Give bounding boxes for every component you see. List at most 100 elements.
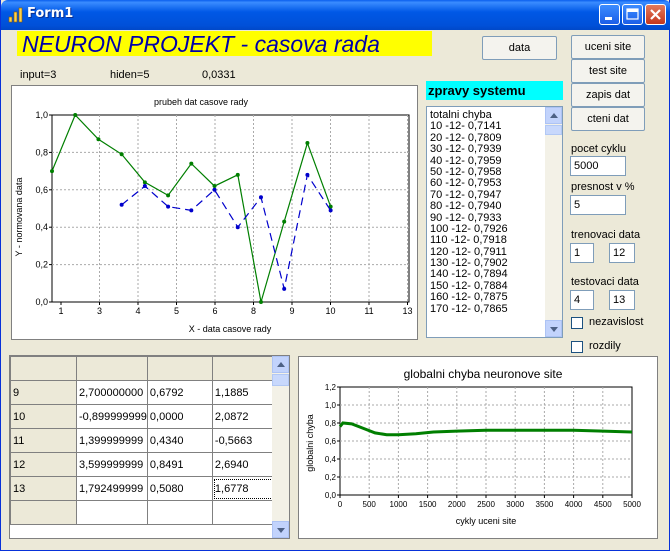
table-cell[interactable]: 2,6940 — [211, 452, 278, 477]
message-item[interactable]: 110 -12- 0,7918 — [430, 234, 545, 246]
table-cell[interactable]: 0,4340 — [146, 428, 213, 453]
cycles-input[interactable]: 5000 — [570, 156, 626, 176]
y-tick-label: 0,2 — [325, 473, 337, 482]
train-from-input[interactable]: 1 — [570, 243, 594, 263]
maximize-icon — [626, 8, 639, 20]
minimize-button[interactable] — [599, 4, 620, 25]
y-tick-label: 0,8 — [325, 419, 337, 428]
window-title: Form1 — [27, 6, 74, 21]
table-cell[interactable]: 1,792499999 — [76, 476, 148, 501]
system-messages-list[interactable]: totalni chyba 10 -12- 0,7141 20 -12- 0,780… — [426, 106, 563, 338]
precision-input[interactable]: 5 — [570, 195, 626, 215]
scroll-thumb[interactable] — [545, 125, 562, 135]
data-point — [119, 152, 124, 157]
test-to-input[interactable]: 13 — [609, 290, 635, 310]
y-tick-label: 0,6 — [325, 437, 337, 446]
message-item[interactable]: 170 -12- 0,7865 — [430, 303, 545, 315]
data-point — [258, 300, 263, 304]
data-point — [142, 180, 147, 185]
x-tick-label: 11 — [364, 306, 373, 316]
grid-scroll-up-button[interactable] — [272, 356, 289, 373]
test-site-button[interactable]: test site — [571, 59, 645, 83]
x-tick-label: 3000 — [506, 500, 524, 509]
y-tick-label: 1,0 — [325, 401, 337, 410]
differences-checkbox[interactable] — [571, 341, 583, 353]
table-cell[interactable]: 1,399999999 — [76, 428, 148, 453]
table-cell[interactable]: -0,899999999 — [76, 404, 148, 429]
title-bar[interactable]: Form1 — [1, 0, 670, 30]
grid-scrollbar[interactable] — [272, 356, 289, 538]
table-cell[interactable]: 1,6778 — [211, 476, 278, 501]
precision-label: presnost v % — [571, 181, 635, 193]
series-line-1 — [121, 173, 332, 290]
data-point — [235, 225, 240, 230]
scroll-up-button[interactable] — [545, 107, 562, 124]
table-cell[interactable]: 0,6792 — [146, 380, 213, 405]
cteni-dat-button[interactable]: cteni dat — [571, 107, 645, 131]
y-tick-label: 0,0 — [325, 491, 337, 500]
data-point — [189, 208, 194, 213]
x-tick-label: 4 — [135, 306, 140, 316]
data-point — [282, 286, 287, 291]
y-tick-label: 1,2 — [325, 383, 337, 392]
cycles-label: pocet cyklu — [571, 143, 627, 155]
maximize-button[interactable] — [622, 4, 643, 25]
data-point — [142, 184, 147, 189]
data-point — [282, 219, 287, 224]
table-cell[interactable]: 2,700000000 — [76, 380, 148, 405]
uceni-site-button[interactable]: uceni site — [571, 35, 645, 59]
x-tick-label: 13 — [402, 306, 412, 316]
table-cell[interactable]: 2,0872 — [211, 404, 278, 429]
grid-scroll-down-button[interactable] — [272, 521, 289, 538]
y-tick-label: 0,6 — [35, 185, 48, 195]
input-label: input=3 — [20, 69, 57, 81]
message-item[interactable]: 160 -12- 0,7875 — [430, 291, 545, 303]
scroll-down-button[interactable] — [545, 320, 562, 337]
y-tick-label: 0,8 — [35, 147, 48, 157]
row-header-cell[interactable]: 12 — [10, 452, 77, 477]
data-grid[interactable]: 9 2,700000000 0,6792 1,1885 10 -0,899999999 0,… — [9, 355, 290, 539]
table-cell[interactable]: 0,0000 — [146, 404, 213, 429]
grid-scroll-thumb[interactable] — [272, 374, 289, 386]
table-cell[interactable]: 1,1885 — [211, 380, 278, 405]
zapis-dat-button[interactable]: zapis dat — [571, 83, 645, 107]
x-tick-label: 5 — [174, 306, 179, 316]
train-label: trenovaci data — [571, 229, 641, 241]
table-cell[interactable]: -0,5663 — [211, 428, 278, 453]
messages-scrollbar[interactable] — [545, 107, 562, 337]
down-arrow-icon — [277, 528, 285, 533]
test-from-input[interactable]: 4 — [570, 290, 594, 310]
row-header-cell[interactable]: 13 — [10, 476, 77, 501]
row-header-cell[interactable]: 9 — [10, 380, 77, 405]
data-point — [258, 195, 263, 200]
row-header-cell[interactable]: 10 — [10, 404, 77, 429]
data-point — [50, 169, 54, 174]
row-header-cell[interactable]: 11 — [10, 428, 77, 453]
data-button[interactable]: data — [482, 36, 557, 60]
table-cell[interactable] — [146, 500, 213, 525]
x-tick-label: 8 — [251, 306, 256, 316]
data-point — [166, 204, 171, 209]
table-cell[interactable] — [76, 500, 148, 525]
table-cell[interactable]: 3,599999999 — [76, 452, 148, 477]
message-item[interactable]: 30 -12- 0,7939 — [430, 143, 545, 155]
message-item[interactable]: 80 -12- 0,7940 — [430, 200, 545, 212]
time-series-chart-panel: prubeh dat casove rady X - data casove r… — [11, 85, 418, 340]
chart1-title: prubeh dat casove rady — [154, 97, 249, 107]
x-tick-label: 0 — [338, 500, 343, 509]
time-series-chart: prubeh dat casove rady X - data casove r… — [14, 97, 413, 334]
x-tick-label: 3500 — [536, 500, 554, 509]
table-row — [10, 500, 278, 525]
banner-text: NEURON PROJEKT - casova rada — [22, 31, 380, 57]
table-cell[interactable] — [211, 500, 278, 525]
table-cell[interactable]: 0,8491 — [146, 452, 213, 477]
row-header-cell[interactable] — [10, 500, 77, 525]
train-to-input[interactable]: 12 — [609, 243, 635, 263]
x-tick-label: 2500 — [477, 500, 495, 509]
independence-checkbox[interactable] — [571, 317, 583, 329]
x-tick-label: 1000 — [390, 500, 408, 509]
x-tick-label: 4000 — [565, 500, 583, 509]
close-button[interactable] — [645, 4, 666, 25]
minimize-icon — [605, 17, 612, 20]
table-cell[interactable]: 0,5080 — [146, 476, 213, 501]
